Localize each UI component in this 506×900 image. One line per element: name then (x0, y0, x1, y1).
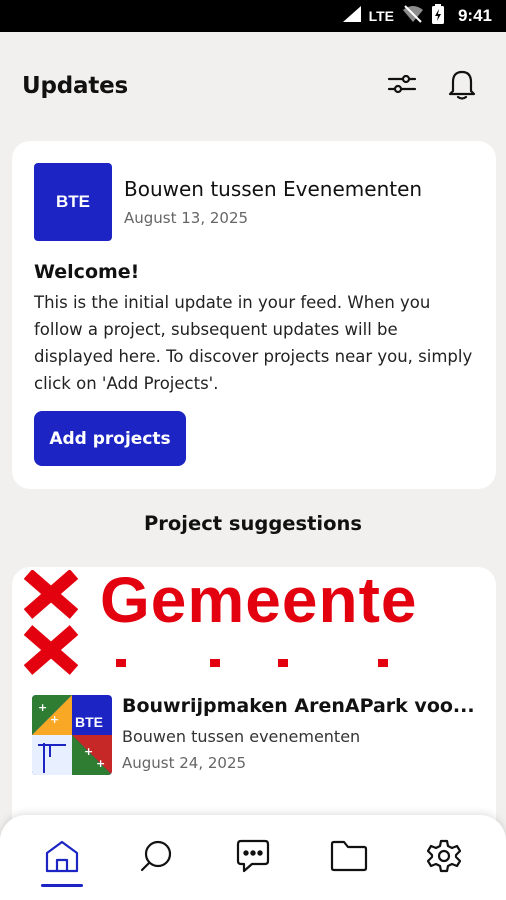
sliders-icon (387, 72, 417, 100)
welcome-update-card: BTE Bouwen tussen Evenementen August 13,… (12, 141, 496, 489)
settings-icon (426, 838, 462, 878)
filter-button[interactable] (380, 64, 424, 108)
bottom-navigation (0, 815, 506, 900)
active-indicator (40, 883, 83, 887)
status-bar: LTE 9:41 (0, 0, 506, 32)
list-item[interactable]: + + + + BTE Bouwrijpmaken ArenAPark voo... … (12, 677, 496, 775)
signal-icon (342, 5, 361, 27)
project-banner: Gemeente (12, 567, 496, 677)
bte-logo: BTE (34, 163, 112, 241)
clock: 9:41 (457, 6, 492, 25)
project-logo: + + + + BTE (32, 695, 112, 775)
nav-messages[interactable] (223, 823, 283, 893)
svg-text:+: + (84, 745, 93, 758)
project-date: August 24, 2025 (122, 754, 247, 772)
battery-charging-icon (431, 3, 444, 29)
update-source: BTE Bouwen tussen Evenementen August 13,… (34, 163, 474, 241)
project-suggestion-card[interactable]: Gemeente + + + + BTE Bouwrijpmaken ArenA… (12, 567, 496, 827)
nav-projects[interactable] (319, 823, 379, 893)
nav-search[interactable] (127, 823, 187, 893)
project-title: Bouwrijpmaken ArenAPark voo... (122, 695, 475, 717)
add-projects-button[interactable]: Add projects (34, 411, 186, 466)
app-header: Updates (0, 32, 506, 140)
suggestions-title: Project suggestions (143, 512, 362, 535)
project-organization: Bouwen tussen evenementen (122, 727, 361, 746)
banner-word: Gemeente (100, 567, 418, 636)
notifications-button[interactable] (440, 64, 484, 108)
search-icon (139, 838, 175, 878)
bte-logo-text: BTE (56, 192, 90, 211)
project-logo-text: BTE (75, 714, 103, 730)
source-name: Bouwen tussen Evenementen (124, 177, 423, 201)
nav-settings[interactable] (414, 823, 474, 893)
nav-home[interactable] (32, 823, 92, 893)
update-date: August 13, 2025 (124, 209, 249, 227)
page-title: Updates (22, 73, 129, 99)
welcome-heading: Welcome! (34, 261, 140, 283)
folder-icon (329, 839, 369, 877)
svg-text:+: + (96, 757, 105, 770)
home-icon (44, 839, 80, 877)
svg-text:+: + (50, 713, 59, 726)
bell-icon (447, 68, 477, 104)
welcome-body: This is the initial update in your feed.… (34, 293, 473, 393)
chat-icon (234, 838, 272, 878)
amsterdam-crosses-icon (23, 570, 79, 675)
network-label: LTE (368, 8, 394, 24)
wifi-off-icon (402, 4, 424, 28)
svg-text:+: + (38, 701, 47, 714)
